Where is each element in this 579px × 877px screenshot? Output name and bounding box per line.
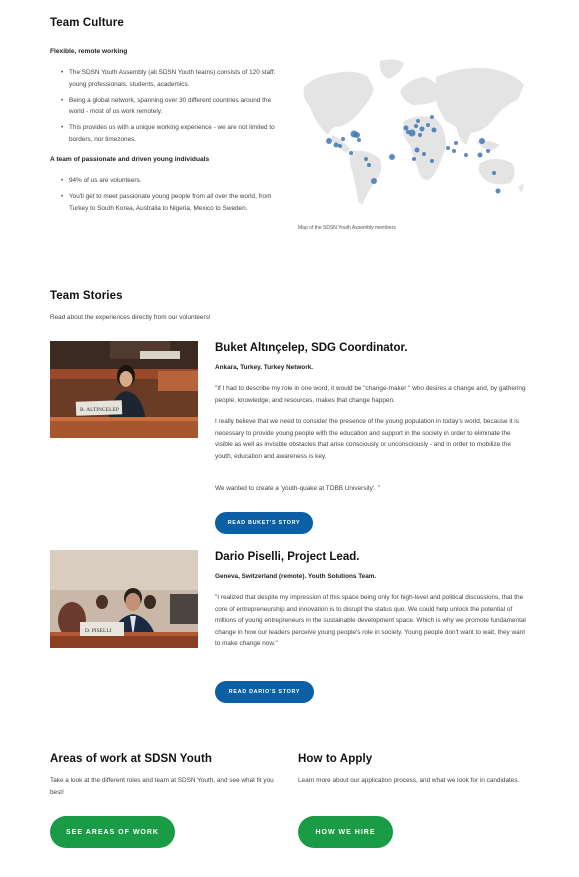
map-caption: Map of the SDSN Youth Assembly members: [298, 225, 396, 231]
dario-photo: D. PISELLI: [50, 550, 198, 648]
remote-working-list: The SDSN Youth Assembly (all SDSN Youth …: [50, 67, 284, 150]
buket-nameplate-text: B. ALTINCELEP: [80, 407, 119, 413]
story-paragraph: "If I had to describe my role in one wor…: [215, 385, 526, 404]
list-item: Being a global network, spanning over 30…: [50, 95, 284, 118]
apply-text: Learn more about our application process…: [298, 777, 520, 784]
read-dario-story-button[interactable]: READ DARIO'S STORY: [215, 681, 314, 703]
list-item: You'll get to meet passionate young peop…: [50, 191, 284, 214]
list-item: The SDSN Youth Assembly (all SDSN Youth …: [50, 67, 284, 90]
story-location: Ankara, Turkey. Turkey Network.: [215, 364, 314, 371]
story-paragraph: "I realized that despite my impression o…: [215, 594, 526, 647]
team-stories-intro: Read about the experiences directly from…: [50, 314, 211, 321]
list-item: 94% of us are volunteers.: [50, 175, 284, 187]
team-heading: A team of passionate and driven young in…: [50, 156, 210, 163]
dario-nameplate-text: D. PISELLI: [85, 628, 112, 634]
story-name: Buket Altınçelep, SDG Coordinator.: [215, 342, 408, 354]
read-buket-story-button[interactable]: READ BUKET'S STORY: [215, 512, 313, 534]
apply-title: How to Apply: [298, 753, 373, 765]
team-culture-title: Team Culture: [50, 17, 124, 29]
story-name: Dario Piselli, Project Lead.: [215, 551, 360, 563]
team-stories-title: Team Stories: [50, 290, 123, 302]
members-world-map: [296, 55, 528, 215]
areas-title: Areas of work at SDSN Youth: [50, 753, 213, 765]
how-we-hire-button[interactable]: HOW WE HIRE: [298, 816, 393, 848]
buket-photo: B. ALTINCELEP: [50, 341, 198, 438]
story-paragraph: We wanted to create a 'youth-quake at TO…: [215, 485, 380, 492]
story-paragraph: I really believe that we need to conside…: [215, 418, 519, 460]
story-location: Geneva, Switzerland (remote). Youth Solu…: [215, 573, 377, 580]
team-list: 94% of us are volunteers. You'll get to …: [50, 175, 284, 219]
areas-text: Take a look at the different roles and t…: [50, 777, 274, 796]
list-item: This provides us with a unique working e…: [50, 122, 284, 145]
see-areas-of-work-button[interactable]: SEE AREAS OF WORK: [50, 816, 175, 848]
remote-working-heading: Flexible, remote working: [50, 48, 128, 55]
